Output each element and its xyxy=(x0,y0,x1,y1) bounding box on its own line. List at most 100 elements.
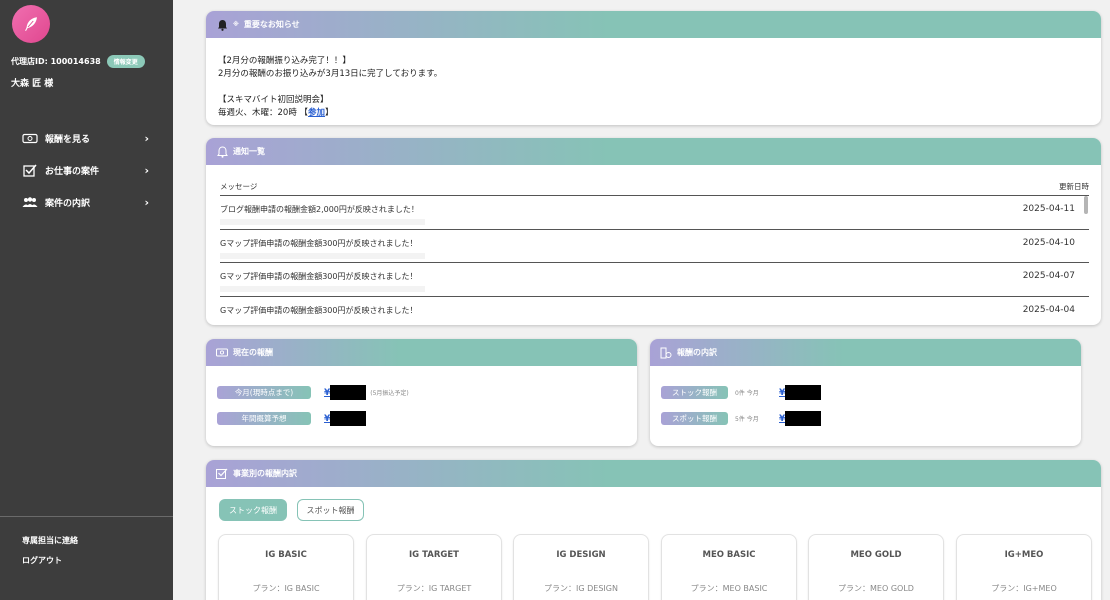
bell-icon xyxy=(216,19,228,31)
row-shade xyxy=(220,286,425,292)
notifications-table: メッセージ 更新日時 ブログ報酬申請の報酬金額2,000円が反映されました！ 2… xyxy=(220,181,1089,325)
row-message: Gマップ評価申請の報酬金額300円が反映されました！ xyxy=(220,238,418,248)
card-title: 事業別の報酬内訳 xyxy=(233,469,297,478)
card-header: ※ 重要なお知らせ xyxy=(206,11,1101,38)
row-date: 2025-04-04 xyxy=(1022,304,1075,315)
user-name: 大森 匠 様 xyxy=(11,79,54,89)
nav-item-rewards[interactable]: 報酬を見る › xyxy=(0,122,173,154)
plan-card-meo-basic[interactable]: MEO BASIC プラン：MEO BASIC xyxy=(661,534,797,600)
card-header: 事業別の報酬内訳 xyxy=(206,460,1101,487)
nav-item-breakdown[interactable]: 案件の内訳 › xyxy=(0,186,173,218)
logo[interactable] xyxy=(12,5,50,43)
people-icon xyxy=(22,196,38,208)
card-header: 報酬の内訳 xyxy=(650,339,1081,366)
table-row[interactable]: Gマップ評価申請の報酬金額300円が反映されました！ 2025-04-04 xyxy=(220,297,1089,326)
join-link[interactable]: 参加 xyxy=(308,108,325,118)
plan-card-ig-basic[interactable]: IG BASIC プラン：IG BASIC xyxy=(218,534,354,600)
plan-label: プラン：IG+MEO xyxy=(991,584,1057,593)
spot-count: 5件 今月 xyxy=(735,416,759,423)
card-title: 通知一覧 xyxy=(233,147,265,156)
sidebar: 代理店ID: 100014638 情報変更 大森 匠 様 報酬を見る › お仕事… xyxy=(0,0,173,600)
notice-schedule: 毎週火、木曜：20時 【参加】 xyxy=(218,107,1089,120)
plan-name: IG DESIGN xyxy=(556,550,606,560)
plan-label: プラン：IG TARGET xyxy=(396,584,472,593)
stock-count: 0件 今月 xyxy=(735,390,759,397)
row-shade xyxy=(220,219,425,225)
row-date: 2025-04-07 xyxy=(1022,271,1075,281)
notice-line: 【2月分の報酬振り込み完了！！】 xyxy=(218,56,351,66)
annual-label: 年間概算予想 xyxy=(217,412,311,425)
row-message: ブログ報酬申請の報酬金額2,000円が反映されました！ xyxy=(220,205,419,214)
plan-name: MEO GOLD xyxy=(850,550,902,560)
plan-label: プラン：IG DESIGN xyxy=(544,584,618,593)
sidebar-divider xyxy=(0,516,173,517)
schedule-end: 】 xyxy=(325,108,334,118)
row-shade xyxy=(220,252,425,259)
notice-body: 【2月分の報酬振り込み完了！！】 2月分の報酬のお振り込みが3月13日に完了して… xyxy=(206,38,1101,120)
checkbox-icon xyxy=(22,164,38,177)
nav-item-label: お仕事の案件 xyxy=(45,166,100,177)
schedule-text: 毎週火、木曜：20時 【 xyxy=(218,108,309,118)
current-reward-card: 現在の報酬 今月(現時点まで) ¥ (5月振込予定) 年間概算予想 ¥ xyxy=(206,339,637,446)
checkbox-icon xyxy=(216,468,228,480)
spot-label: スポット報酬 xyxy=(661,412,728,425)
table-header: メッセージ 更新日時 xyxy=(220,181,1089,196)
row-date: 2025-04-11 xyxy=(1022,204,1075,214)
card-header: 通知一覧 xyxy=(206,138,1101,165)
notice-line: 【スキマバイト初回説明会】 xyxy=(218,95,329,105)
stock-label: ストック報酬 xyxy=(661,386,728,399)
plan-name: MEO BASIC xyxy=(702,550,756,560)
table-row[interactable]: ブログ報酬申請の報酬金額2,000円が反映されました！ 2025-04-11 xyxy=(220,196,1089,230)
nav-item-jobs[interactable]: お仕事の案件 › xyxy=(0,154,173,186)
card-title: 報酬の内訳 xyxy=(677,348,717,357)
card-title: 重要なお知らせ xyxy=(243,20,300,29)
feather-icon xyxy=(25,17,37,31)
this-month-label: 今月(現時点まで) xyxy=(217,386,311,399)
payment-note: (5月振込予定) xyxy=(370,390,409,397)
annual-row: 年間概算予想 ¥ xyxy=(217,411,367,426)
notice-line: 2月分の報酬のお振り込みが3月13日に完了しております。 xyxy=(218,69,443,79)
coins-icon xyxy=(660,347,672,359)
row-message: Gマップ評価申請の報酬金額300円が反映されました！ xyxy=(220,272,418,281)
stock-row: ストック報酬 0件 今月 ¥ xyxy=(661,385,822,400)
money-icon xyxy=(216,347,228,359)
col-date: 更新日時 xyxy=(1059,182,1089,191)
logout-link[interactable]: ログアウト xyxy=(22,555,62,566)
plan-card-ig-target[interactable]: IG TARGET プラン：IG TARGET xyxy=(366,534,502,600)
table-row[interactable]: Gマップ評価申請の報酬金額300円が反映されました！ 2025-04-10 xyxy=(220,230,1089,263)
chevron-right-icon: › xyxy=(144,195,149,209)
table-row[interactable]: Gマップ評価申請の報酬金額300円が反映されました！ 2025-04-07 xyxy=(220,263,1089,297)
plan-name: IG TARGET xyxy=(409,550,459,560)
plan-name: IG+MEO xyxy=(1004,550,1044,560)
card-header: 現在の報酬 xyxy=(206,339,637,366)
plan-name: IG BASIC xyxy=(265,550,307,560)
important-notice-card: ※ 重要なお知らせ 【2月分の報酬振り込み完了！！】 2月分の報酬のお振り込みが3… xyxy=(206,11,1101,125)
plan-label: プラン：MEO GOLD xyxy=(838,584,914,593)
redacted-amount xyxy=(330,411,367,426)
redacted-amount xyxy=(785,385,822,400)
plan-card-ig-meo[interactable]: IG+MEO プラン：IG+MEO xyxy=(956,534,1092,600)
redacted-amount xyxy=(785,411,822,426)
plan-card-meo-gold[interactable]: MEO GOLD プラン：MEO GOLD xyxy=(808,534,944,600)
tab-spot-reward[interactable]: スポット報酬 xyxy=(297,499,364,521)
scrollbar[interactable] xyxy=(1083,196,1089,311)
card-title: 現在の報酬 xyxy=(233,348,273,357)
col-message: メッセージ xyxy=(220,182,258,191)
plan-card-ig-design[interactable]: IG DESIGN プラン：IG DESIGN xyxy=(513,534,649,600)
notifications-card: 通知一覧 メッセージ 更新日時 ブログ報酬申請の報酬金額2,000円が反映されま… xyxy=(206,138,1101,325)
plan-label: プラン：MEO BASIC xyxy=(690,584,768,593)
spot-row: スポット報酬 5件 今月 ¥ xyxy=(661,411,822,426)
agent-id-row: 代理店ID: 100014638 情報変更 xyxy=(11,55,145,68)
money-icon xyxy=(22,132,38,144)
bell-outline-icon xyxy=(216,145,228,158)
edit-info-button[interactable]: 情報変更 xyxy=(106,55,145,68)
scrollbar-thumb[interactable] xyxy=(1084,196,1088,214)
contact-link[interactable]: 専属担当に連絡 xyxy=(22,535,78,546)
nav-item-label: 案件の内訳 xyxy=(45,198,91,209)
notice-spacer xyxy=(218,81,1089,94)
row-message: Gマップ評価申請の報酬金額300円が反映されました！ xyxy=(220,305,418,315)
chevron-right-icon: › xyxy=(144,131,149,145)
agent-id: 代理店ID: 100014638 xyxy=(11,57,101,66)
tab-stock-reward[interactable]: ストック報酬 xyxy=(219,499,287,521)
nav-item-label: 報酬を見る xyxy=(45,134,91,145)
